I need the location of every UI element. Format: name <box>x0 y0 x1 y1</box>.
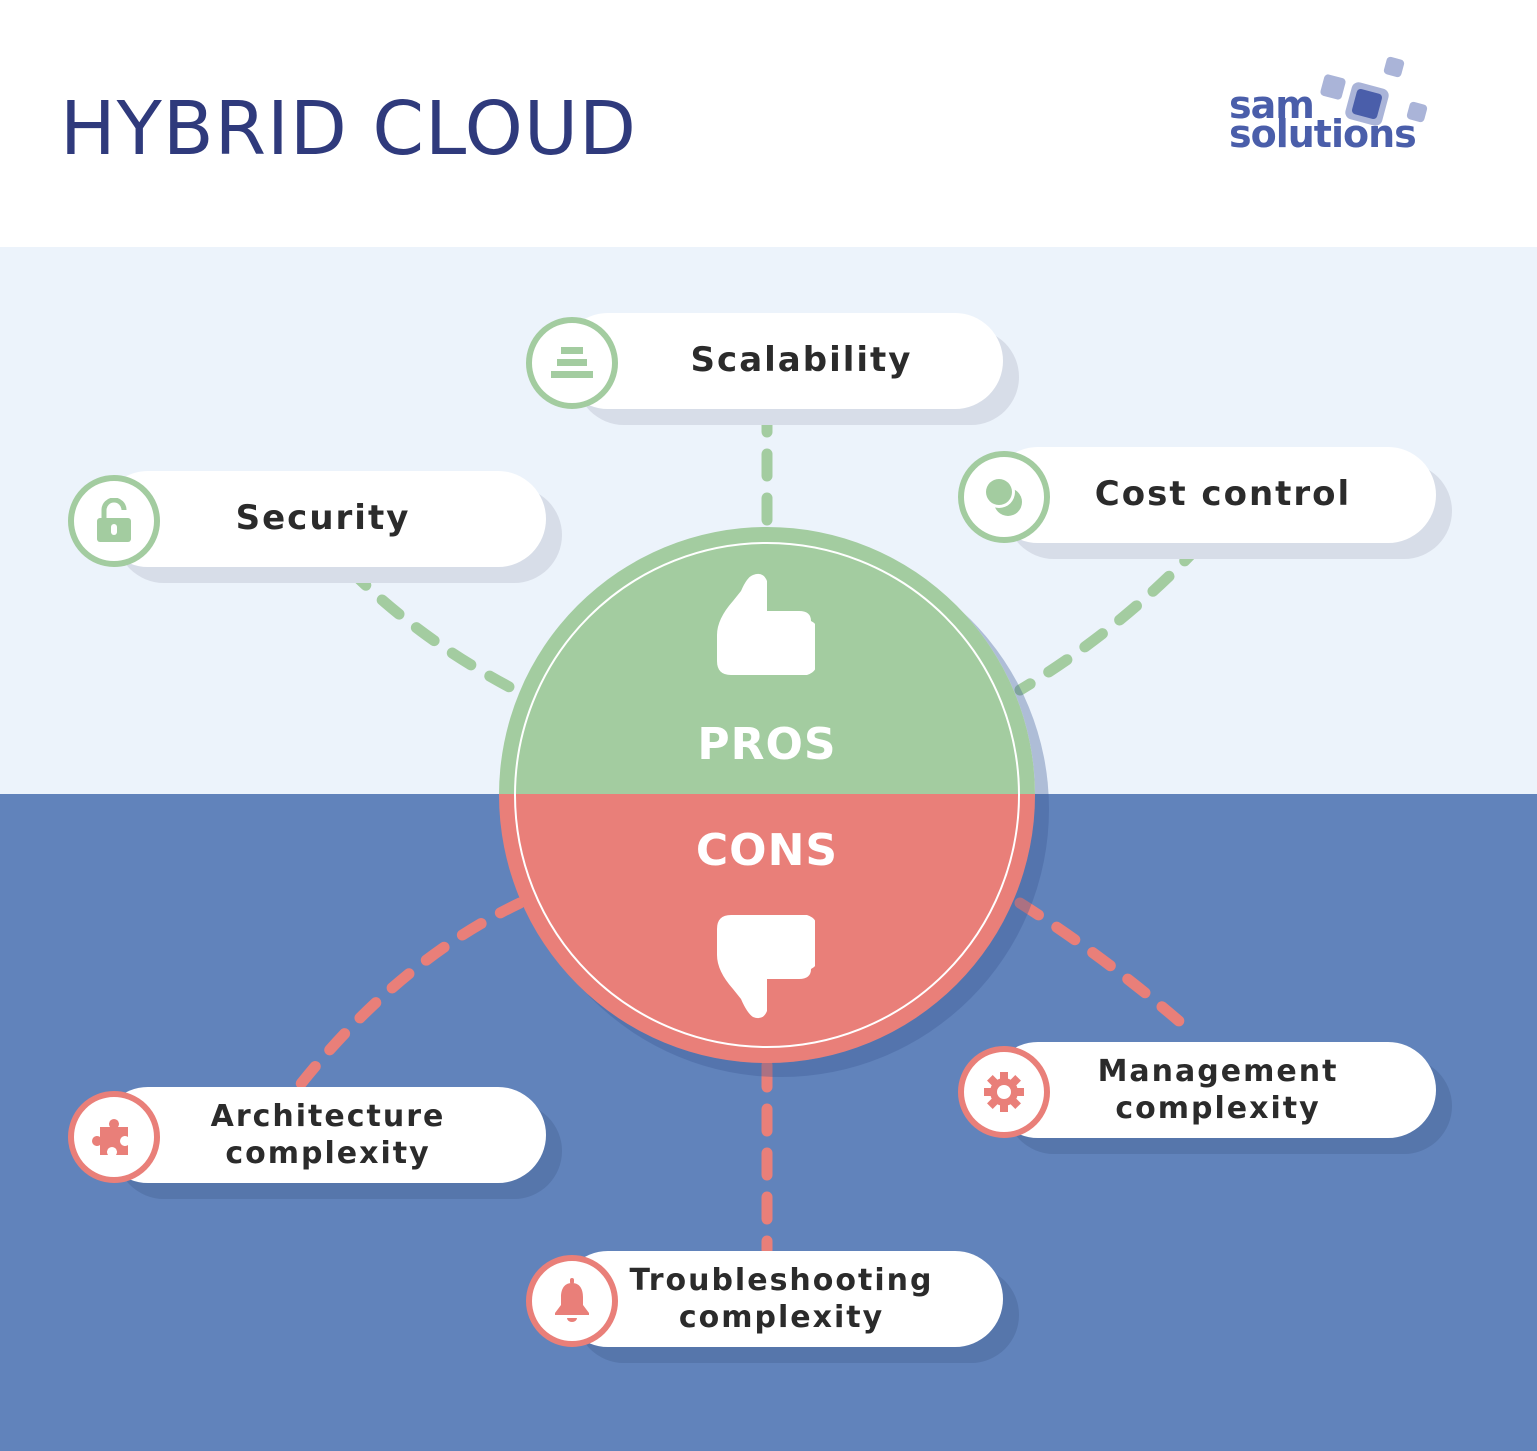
gear-icon <box>958 1046 1050 1138</box>
con-item-architecture-complexity: Architecture complexity <box>100 1087 546 1183</box>
con-item-label: Architecture complexity <box>211 1098 446 1173</box>
connector-management <box>1014 897 1201 1041</box>
pro-item-label: Cost control <box>1094 474 1352 515</box>
pros-label: PROS <box>697 719 837 770</box>
coins-icon <box>958 451 1050 543</box>
stacked-layers-icon <box>526 317 618 409</box>
con-item-label-line-2: complexity <box>225 1136 431 1171</box>
con-item-label: Management complexity <box>1098 1053 1339 1128</box>
con-item-label-line-1: Troubleshooting <box>629 1262 934 1298</box>
con-item-troubleshooting-complexity: Troubleshooting complexity <box>560 1251 1003 1347</box>
con-item-label: Troubleshooting complexity <box>630 1262 934 1337</box>
unlocked-padlock-icon <box>68 475 160 567</box>
cons-label: CONS <box>695 825 839 876</box>
thumbs-up-icon <box>717 573 815 675</box>
pros-cons-hub: PROS CONS <box>499 527 1035 1063</box>
connector-architecture <box>294 897 526 1091</box>
bell-icon <box>526 1255 618 1347</box>
pro-item-label: Scalability <box>690 340 913 381</box>
connector-security <box>344 564 521 696</box>
pro-item-security: Security <box>100 471 546 567</box>
pro-item-cost-control: Cost control <box>990 447 1436 543</box>
pro-item-scalability: Scalability <box>560 313 1003 409</box>
pro-item-label: Security <box>235 498 411 539</box>
thumbs-down-icon <box>717 915 815 1019</box>
con-item-management-complexity: Management complexity <box>990 1042 1436 1138</box>
con-item-label-line-1: Management <box>1097 1053 1339 1089</box>
connector-cost-control <box>1014 539 1206 696</box>
con-item-label-line-2: complexity <box>678 1300 885 1335</box>
puzzle-piece-icon <box>68 1091 160 1183</box>
con-item-label-line-2: complexity <box>1115 1091 1321 1126</box>
con-item-label-line-1: Architecture <box>210 1098 446 1134</box>
